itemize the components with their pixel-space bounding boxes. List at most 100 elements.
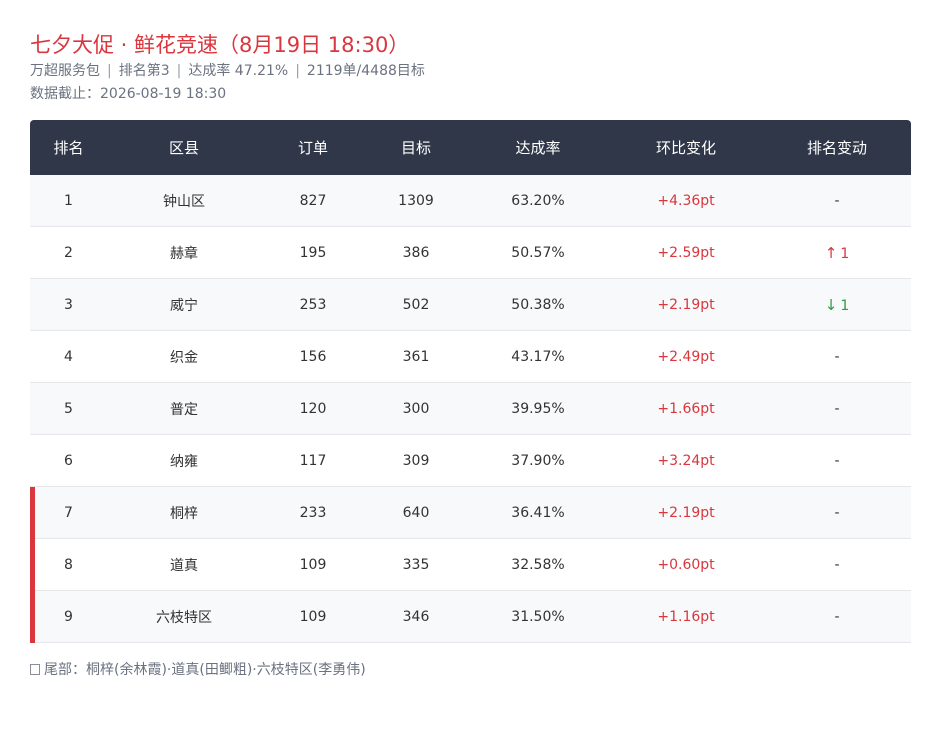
cell-rank-change: - (763, 609, 911, 625)
progress-summary: 2119单/4488目标 (306, 63, 425, 79)
cell-change: +2.19pt (657, 296, 715, 313)
column-header-rank-change: 排名变动 (806, 139, 867, 157)
table-row: 7 桐梓 233 640 36.41% +2.19pt - (30, 487, 911, 539)
cell-change: +2.49pt (657, 348, 715, 365)
service-package: 万超服务包 (30, 63, 100, 79)
page-title: 七夕大促 · 鲜花竞速（8月19日 18:30） (30, 33, 410, 57)
table-header: 排名 区县 订单 目标 达成率 环比变化 排名变动 (30, 120, 911, 175)
cell-change: +0.60pt (657, 556, 715, 573)
cell-target: 361 (402, 348, 430, 365)
tail-note-text: 尾部：桐梓(余林霞)·道真(田鲫粗)·六枝特区(李勇伟) (44, 662, 366, 678)
arrow-down-icon: ↓ (824, 295, 838, 314)
table-row: 9 六枝特区 109 346 31.50% +1.16pt - (30, 591, 911, 643)
column-header-district: 区县 (168, 139, 199, 157)
cell-rank: 7 (64, 504, 73, 521)
cell-rate: 50.57% (511, 244, 565, 261)
cell-rank-change: ↓ 1 (763, 296, 911, 314)
cell-orders: 253 (299, 296, 327, 313)
cell-change: +4.36pt (657, 192, 715, 209)
divider: | (295, 63, 300, 79)
rank-change-value: 1 (840, 297, 850, 314)
table-row: 4 织金 156 361 43.17% +2.49pt - (30, 331, 911, 383)
rank-change-value: - (834, 400, 840, 417)
cell-district: 六枝特区 (156, 609, 212, 626)
cell-change: +1.16pt (657, 608, 715, 625)
tail-note: 尾部：桐梓(余林霞)·道真(田鲫粗)·六枝特区(李勇伟) (30, 660, 366, 680)
column-header-change: 环比变化 (655, 139, 716, 157)
cell-target: 335 (402, 556, 430, 573)
table-row: 2 赫章 195 386 50.57% +2.59pt ↑ 1 (30, 227, 911, 279)
cell-orders: 120 (299, 400, 327, 417)
report-page: 七夕大促 · 鲜花竞速（8月19日 18:30） 万超服务包 | 排名第3 | 达成率 … (30, 30, 911, 678)
divider: | (107, 63, 112, 79)
table-row: 3 威宁 253 502 50.38% +2.19pt ↓ 1 (30, 279, 911, 331)
column-header-rank: 排名 (53, 139, 84, 157)
cell-orders: 233 (299, 504, 327, 521)
cell-district: 道真 (170, 557, 198, 574)
ranking-table: 排名 区县 订单 目标 达成率 环比变化 排名变动 1 钟山区 827 1309 63.… (30, 120, 911, 643)
cell-district: 威宁 (170, 297, 198, 314)
rank-change-value: - (834, 192, 840, 209)
cell-target: 1309 (398, 192, 434, 209)
column-header-rate: 达成率 (515, 139, 561, 157)
summary-line: 万超服务包 | 排名第3 | 达成率 47.21% | 2119单/4488目标 (30, 61, 911, 81)
rank-change-value: 1 (840, 245, 850, 262)
cell-change: +2.19pt (657, 504, 715, 521)
cell-orders: 195 (299, 244, 327, 261)
cell-rank: 5 (64, 400, 73, 417)
rank-change-value: - (834, 556, 840, 573)
rank-change-value: - (834, 348, 840, 365)
cell-rate: 31.50% (511, 608, 565, 625)
cell-target: 309 (402, 452, 430, 469)
cell-orders: 827 (299, 192, 327, 209)
cell-rank: 3 (64, 296, 73, 313)
column-header-orders: 订单 (297, 139, 328, 157)
rank-summary: 排名第3 (118, 63, 170, 79)
cell-orders: 156 (299, 348, 327, 365)
table-row: 8 道真 109 335 32.58% +0.60pt - (30, 539, 911, 591)
cell-rate: 36.41% (511, 504, 565, 521)
cell-rank-change: - (763, 401, 911, 417)
cell-district: 纳雍 (170, 453, 198, 470)
table-row: 6 纳雍 117 309 37.90% +3.24pt - (30, 435, 911, 487)
cell-orders: 109 (299, 608, 327, 625)
cell-district: 织金 (170, 349, 198, 366)
cell-rank-change: - (763, 557, 911, 573)
cell-rate: 37.90% (511, 452, 565, 469)
cell-rank-change: - (763, 505, 911, 521)
cell-district: 赫章 (170, 245, 198, 262)
cell-target: 502 (402, 296, 430, 313)
cell-orders: 117 (299, 452, 327, 469)
table-row: 5 普定 120 300 39.95% +1.66pt - (30, 383, 911, 435)
cell-rank: 6 (64, 452, 73, 469)
cell-district: 钟山区 (163, 193, 205, 210)
cell-target: 386 (402, 244, 430, 261)
cell-orders: 109 (299, 556, 327, 573)
cell-district: 桐梓 (170, 505, 198, 522)
cell-change: +2.59pt (657, 244, 715, 261)
cell-rank: 2 (64, 244, 73, 261)
cell-target: 300 (402, 400, 430, 417)
table-body: 1 钟山区 827 1309 63.20% +4.36pt -2 赫章 195 386 50.57%… (30, 175, 911, 643)
cell-rank-change: - (763, 349, 911, 365)
table-row: 1 钟山区 827 1309 63.20% +4.36pt - (30, 175, 911, 227)
data-timestamp: 数据截止：2026-08-19 18:30 (30, 86, 227, 102)
cell-rate: 50.38% (511, 296, 565, 313)
cell-rate: 39.95% (511, 400, 565, 417)
cell-rank-change: - (763, 193, 911, 209)
cell-rank-change: ↑ 1 (763, 244, 911, 262)
cell-rank: 9 (64, 608, 73, 625)
arrow-up-icon: ↑ (824, 243, 838, 262)
cell-change: +3.24pt (657, 452, 715, 469)
rate-summary: 达成率 47.21% (188, 63, 289, 79)
flag-icon (30, 664, 40, 675)
divider: | (176, 63, 182, 79)
rank-change-value: - (834, 452, 840, 469)
cell-rate: 43.17% (511, 348, 565, 365)
cell-district: 普定 (170, 401, 198, 418)
rank-change-value: - (834, 504, 840, 521)
cell-change: +1.66pt (657, 400, 715, 417)
cell-rank: 4 (64, 348, 73, 365)
cell-rank: 1 (64, 192, 73, 209)
cell-rank: 8 (64, 556, 73, 573)
